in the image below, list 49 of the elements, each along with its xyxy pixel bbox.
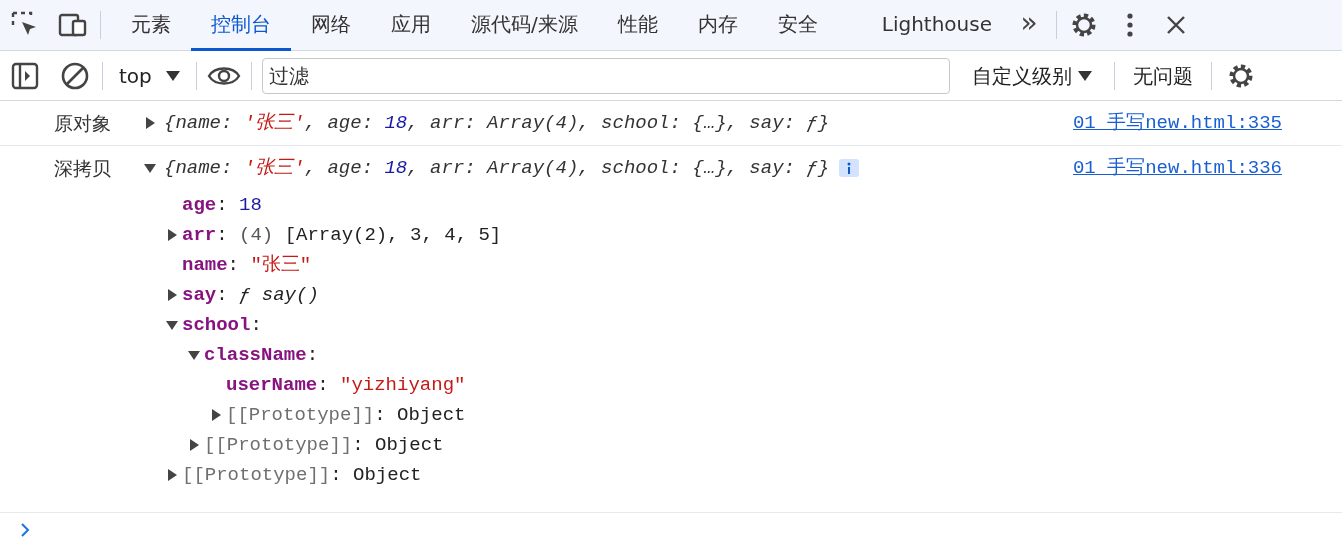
- panel-tab[interactable]: 性能: [597, 0, 678, 51]
- log-label: 原对象: [54, 111, 112, 136]
- object-preview: {name: '张三', age: 18, arr: Array(4), school: {…}, say: ƒ}: [164, 110, 830, 136]
- context-dropdown[interactable]: top: [113, 60, 186, 91]
- filter-field[interactable]: 过滤: [261, 57, 950, 94]
- property-entry: className:: [204, 342, 320, 368]
- panel-tab[interactable]: 安全: [757, 0, 838, 51]
- panel-tab[interactable]: 元素: [111, 0, 191, 51]
- caret-icon: [165, 70, 180, 81]
- property-entry: [[Prototype]]: Object: [182, 462, 422, 488]
- close-icon: [1166, 15, 1186, 35]
- sidebar-toggle-icon: [11, 61, 39, 90]
- property-entry: userName: "yizhiyang": [226, 372, 466, 398]
- log-levels-dropdown[interactable]: 自定义级别: [965, 59, 1098, 92]
- panel-tab[interactable]: Lighthouse: [861, 0, 1012, 51]
- panel-tab[interactable]: 网络: [291, 0, 371, 51]
- more-tabs-button[interactable]: »: [1012, 6, 1046, 40]
- source-link[interactable]: 01_手写new.html:336: [1072, 146, 1282, 190]
- prompt-chevron-icon: [20, 521, 30, 538]
- more-options-icon: [1126, 12, 1134, 38]
- eye-icon: [206, 64, 241, 87]
- expand-arrow-icon[interactable]: [165, 228, 179, 242]
- property-entry: school:: [182, 312, 263, 338]
- issues-count: 无问题: [1132, 62, 1193, 90]
- panel-tab[interactable]: 内存: [677, 0, 758, 51]
- collapse-arrow-icon[interactable]: [165, 318, 179, 332]
- expand-arrow-icon[interactable]: [209, 408, 223, 422]
- settings-icon: [1070, 11, 1098, 39]
- property-entry: age: 18: [182, 192, 262, 218]
- log-label: 深拷贝: [54, 156, 112, 181]
- panel-tab[interactable]: 应用: [371, 0, 451, 51]
- property-entry: arr: (4) [Array(2), 3, 4, 5]: [182, 222, 502, 248]
- expand-arrow-icon[interactable]: [165, 288, 179, 302]
- property-entry: [[Prototype]]: Object: [226, 402, 466, 428]
- panel-tab[interactable]: 控制台: [191, 0, 291, 51]
- property-entry: say: ƒ say(): [182, 282, 319, 308]
- expand-arrow-icon[interactable]: [165, 468, 179, 482]
- collapse-arrow-icon[interactable]: [187, 348, 201, 362]
- clear-console-icon: [60, 60, 90, 91]
- object-preview: {name: '张三', age: 18, arr: Array(4), school: {…}, say: ƒ}: [164, 155, 830, 181]
- collapse-arrow-icon[interactable]: [143, 161, 157, 175]
- device-toolbar-icon: [58, 12, 88, 38]
- caret-icon: [1077, 70, 1092, 81]
- property-entry: [[Prototype]]: Object: [204, 432, 444, 458]
- panel-tab[interactable]: 源代码/来源: [451, 0, 598, 51]
- expand-arrow-icon[interactable]: [187, 438, 201, 452]
- expand-arrow-icon[interactable]: [143, 116, 157, 130]
- source-link[interactable]: 01_手写new.html:335: [1072, 101, 1282, 145]
- property-entry: name: "张三": [182, 252, 312, 278]
